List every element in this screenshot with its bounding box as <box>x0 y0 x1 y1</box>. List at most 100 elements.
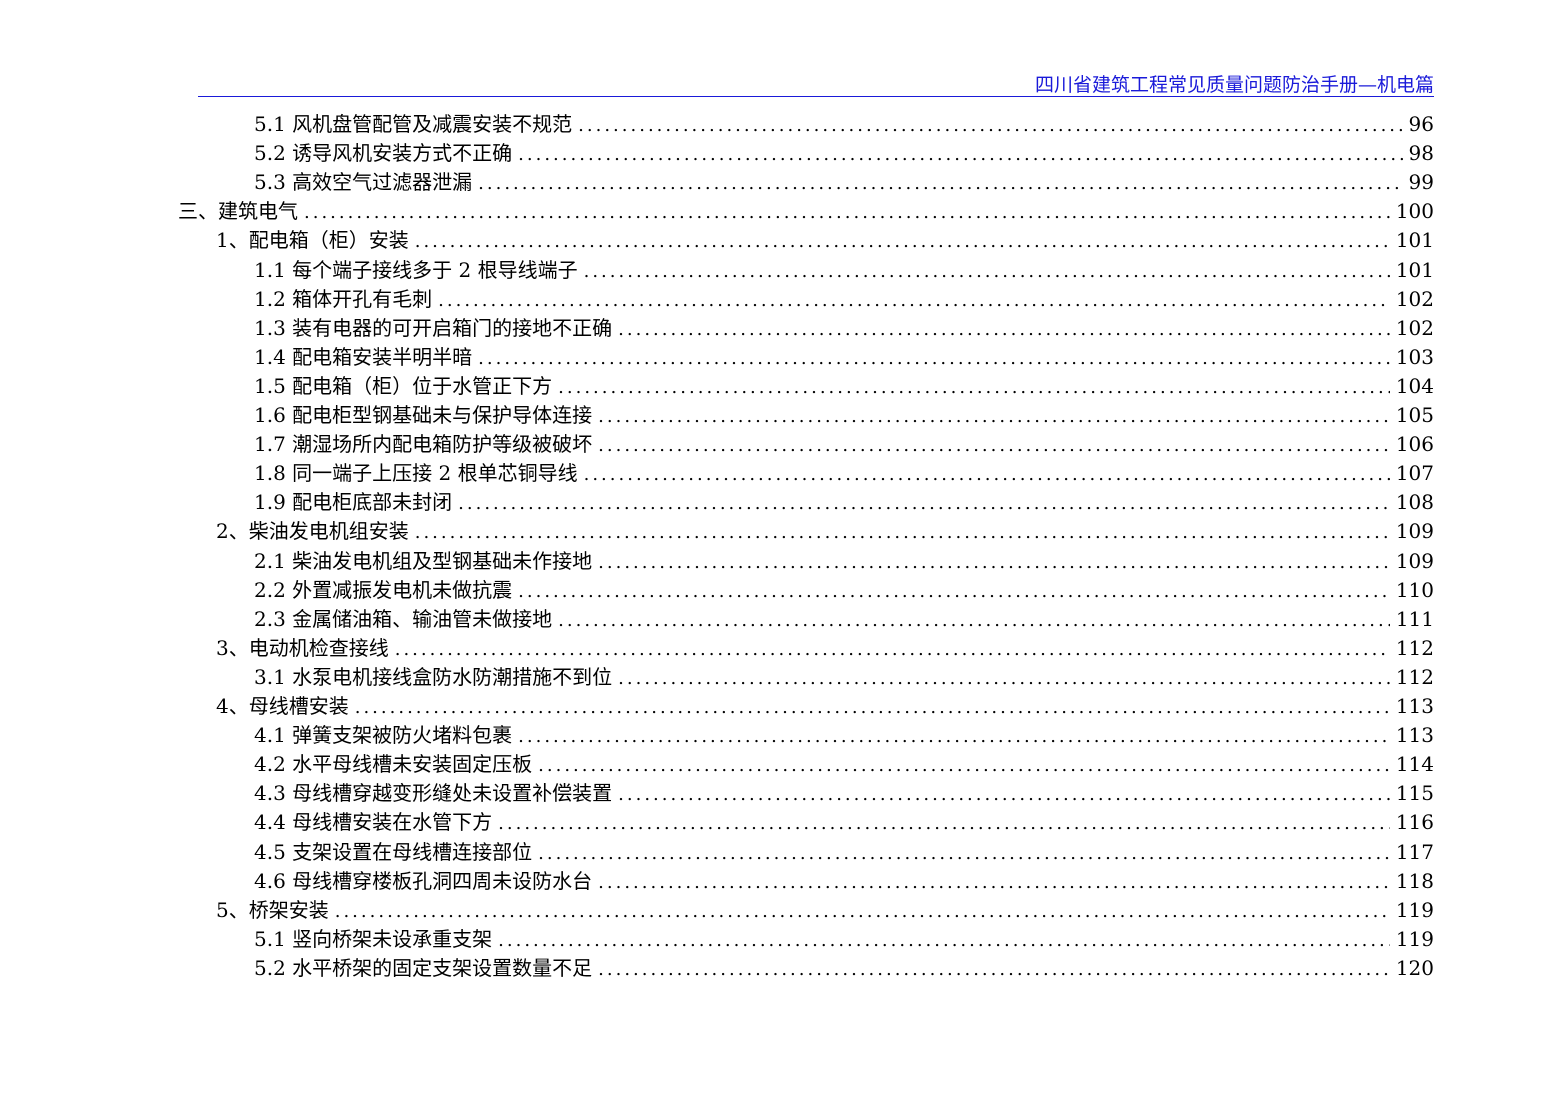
toc-entry[interactable]: 4、母线槽安装 113 <box>216 692 1434 721</box>
toc-dot-leader <box>304 198 1390 227</box>
toc-entry-label: 2.3 金属储油箱、输油管未做接地 <box>254 606 553 631</box>
toc-entry-page-number: 113 <box>1395 723 1434 748</box>
toc-entry[interactable]: 1.9 配电柜底部未封闭 108 <box>254 488 1434 517</box>
toc-dot-leader <box>538 751 1390 780</box>
toc-entry-page-number: 104 <box>1395 373 1434 398</box>
toc-dot-leader <box>598 868 1390 897</box>
toc-entry-page-number: 119 <box>1395 926 1434 951</box>
toc-entry-label: 三、建筑电气 <box>178 199 298 224</box>
toc-entry-page-number: 113 <box>1395 694 1434 718</box>
toc-entry[interactable]: 1.1 每个端子接线多于 2 根导线端子 101 <box>254 256 1434 285</box>
toc-entry-label: 2.2 外置减振发电机未做抗震 <box>254 577 513 602</box>
toc-dot-leader <box>478 169 1402 198</box>
toc-entry-label: 5.2 水平桥架的固定支架设置数量不足 <box>254 955 593 980</box>
toc-entry-page-number: 102 <box>1395 315 1434 340</box>
toc-entry-label: 1.8 同一端子上压接 2 根单芯铜导线 <box>254 461 578 486</box>
toc-entry-label: 1.3 装有电器的可开启箱门的接地不正确 <box>254 315 613 340</box>
toc-entry-label: 1.9 配电柜底部未封闭 <box>254 490 453 515</box>
toc-entry[interactable]: 2、柴油发电机组安装 109 <box>216 517 1434 546</box>
toc-entry[interactable]: 4.4 母线槽安装在水管下方 116 <box>254 808 1434 837</box>
toc-entry[interactable]: 5.1 风机盘管配管及减震安装不规范 96 <box>254 110 1434 139</box>
toc-entry-page-number: 100 <box>1395 199 1434 224</box>
toc-entry-label: 1.1 每个端子接线多于 2 根导线端子 <box>254 257 578 282</box>
toc-entry-label: 4.3 母线槽穿越变形缝处未设置补偿装置 <box>254 781 613 806</box>
toc-entry[interactable]: 1、配电箱（柜）安装 101 <box>216 226 1434 255</box>
page-header: 四川省建筑工程常见质量问题防治手册—机电篇 <box>198 74 1434 97</box>
toc-entry[interactable]: 2.3 金属储油箱、输油管未做接地 111 <box>254 605 1434 634</box>
toc-dot-leader <box>618 664 1390 693</box>
toc-entry-label: 1、配电箱（柜）安装 <box>216 228 409 253</box>
toc-entry-page-number: 118 <box>1395 868 1434 893</box>
toc-entry[interactable]: 三、建筑电气 100 <box>178 197 1434 226</box>
toc-entry[interactable]: 1.4 配电箱安装半明半暗 103 <box>254 343 1434 372</box>
toc-entry[interactable]: 5、桥架安装 119 <box>216 896 1434 925</box>
toc-entry-label: 5.1 风机盘管配管及减震安装不规范 <box>254 112 573 136</box>
toc-dot-leader <box>584 257 1390 286</box>
toc-entry-page-number: 117 <box>1395 839 1434 864</box>
toc-entry-label: 5.3 高效空气过滤器泄漏 <box>254 170 473 195</box>
toc-entry[interactable]: 3、电动机检查接线 112 <box>216 634 1434 663</box>
toc-entry-label: 5.2 诱导风机安装方式不正确 <box>254 141 513 166</box>
toc-dot-leader <box>415 518 1390 547</box>
toc-entry-label: 1.4 配电箱安装半明半暗 <box>254 344 473 369</box>
toc-entry-page-number: 102 <box>1395 286 1434 311</box>
toc-dot-leader <box>498 926 1390 955</box>
toc-entry[interactable]: 5.2 水平桥架的固定支架设置数量不足 120 <box>254 954 1434 983</box>
toc-dot-leader <box>518 722 1390 751</box>
toc-entry-label: 1.2 箱体开孔有毛刺 <box>254 286 433 311</box>
toc-entry-page-number: 115 <box>1395 781 1434 806</box>
toc-entry-label: 5、桥架安装 <box>216 897 329 922</box>
toc-entry-page-number: 98 <box>1408 141 1434 166</box>
toc-entry[interactable]: 5.3 高效空气过滤器泄漏 99 <box>254 168 1434 197</box>
toc-entry-page-number: 119 <box>1395 897 1434 922</box>
toc-entry[interactable]: 4.6 母线槽穿楼板孔洞四周未设防水台 118 <box>254 867 1434 896</box>
toc-dot-leader <box>618 315 1390 344</box>
toc-entry[interactable]: 1.7 潮湿场所内配电箱防护等级被破坏 106 <box>254 430 1434 459</box>
toc-dot-leader <box>478 344 1390 373</box>
toc-dot-leader <box>518 140 1402 169</box>
toc-entry[interactable]: 4.2 水平母线槽未安装固定压板 114 <box>254 750 1434 779</box>
toc-entry-page-number: 111 <box>1395 606 1434 631</box>
toc-dot-leader <box>584 460 1390 489</box>
toc-entry-label: 5.1 竖向桥架未设承重支架 <box>254 926 493 951</box>
toc-entry-page-number: 101 <box>1395 228 1434 253</box>
toc-entry-label: 1.7 潮湿场所内配电箱防护等级被破坏 <box>254 432 593 457</box>
toc-dot-leader <box>395 635 1390 664</box>
toc-entry-page-number: 112 <box>1395 635 1434 660</box>
toc-entry[interactable]: 1.2 箱体开孔有毛刺 102 <box>254 285 1434 314</box>
toc-entry-label: 4.2 水平母线槽未安装固定压板 <box>254 752 533 777</box>
toc-entry-page-number: 109 <box>1395 519 1434 544</box>
toc-entry[interactable]: 3.1 水泵电机接线盒防水防潮措施不到位 112 <box>254 663 1434 692</box>
toc-dot-leader <box>578 111 1402 140</box>
toc-dot-leader <box>598 402 1390 431</box>
toc-entry-page-number: 114 <box>1395 752 1434 777</box>
toc-entry[interactable]: 2.2 外置减振发电机未做抗震 110 <box>254 576 1434 605</box>
toc-entry-page-number: 106 <box>1395 432 1434 457</box>
toc-dot-leader <box>558 606 1390 635</box>
toc-entry-page-number: 103 <box>1395 344 1434 369</box>
toc-entry-label: 2.1 柴油发电机组及型钢基础未作接地 <box>254 548 593 573</box>
toc-dot-leader <box>438 286 1390 315</box>
toc-entry-label: 3.1 水泵电机接线盒防水防潮措施不到位 <box>254 664 613 689</box>
toc-entry-label: 4.4 母线槽安装在水管下方 <box>254 810 493 835</box>
toc-entry-label: 4.1 弹簧支架被防火堵料包裹 <box>254 723 513 748</box>
toc-entry-page-number: 101 <box>1395 257 1434 282</box>
toc-entry[interactable]: 1.3 装有电器的可开启箱门的接地不正确 102 <box>254 314 1434 343</box>
toc-entry[interactable]: 1.5 配电箱（柜）位于水管正下方 104 <box>254 372 1434 401</box>
toc-entry-label: 2、柴油发电机组安装 <box>216 519 409 544</box>
toc-entry-page-number: 99 <box>1408 170 1434 195</box>
toc-dot-leader <box>598 548 1390 577</box>
toc-entry-label: 4.5 支架设置在母线槽连接部位 <box>254 839 533 864</box>
toc-entry[interactable]: 5.2 诱导风机安装方式不正确 98 <box>254 139 1434 168</box>
toc-entry[interactable]: 4.3 母线槽穿越变形缝处未设置补偿装置 115 <box>254 779 1434 808</box>
toc-entry[interactable]: 4.5 支架设置在母线槽连接部位 117 <box>254 838 1434 867</box>
toc-entry-page-number: 108 <box>1395 490 1434 515</box>
toc-entry[interactable]: 5.1 竖向桥架未设承重支架 119 <box>254 925 1434 954</box>
toc-entry[interactable]: 1.6 配电柜型钢基础未与保护导体连接 105 <box>254 401 1434 430</box>
toc-entry[interactable]: 1.8 同一端子上压接 2 根单芯铜导线 107 <box>254 459 1434 488</box>
toc-entry-page-number: 107 <box>1395 461 1434 486</box>
toc-entry[interactable]: 2.1 柴油发电机组及型钢基础未作接地 109 <box>254 547 1434 576</box>
toc-entry-page-number: 110 <box>1395 577 1434 602</box>
toc-dot-leader <box>598 955 1390 984</box>
toc-entry[interactable]: 4.1 弹簧支架被防火堵料包裹 113 <box>254 721 1434 750</box>
